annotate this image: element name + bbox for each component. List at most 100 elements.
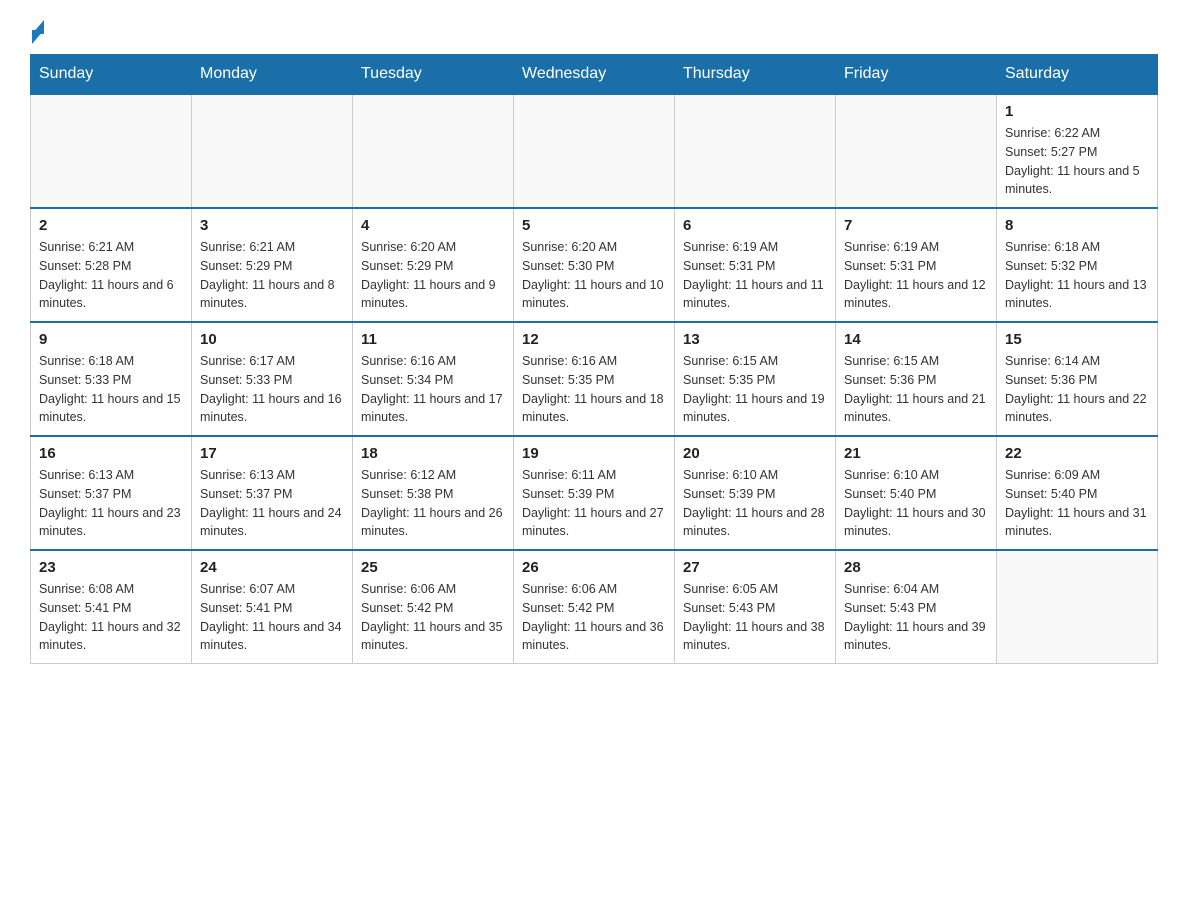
calendar-cell: 6 Sunrise: 6:19 AMSunset: 5:31 PMDaylight… [675, 208, 836, 322]
day-number: 1 [1005, 103, 1149, 120]
day-info: Sunrise: 6:13 AMSunset: 5:37 PMDaylight:… [39, 466, 183, 541]
day-number: 8 [1005, 217, 1149, 234]
calendar-cell: 12 Sunrise: 6:16 AMSunset: 5:35 PMDayligh… [514, 322, 675, 436]
day-number: 7 [844, 217, 988, 234]
day-number: 19 [522, 445, 666, 462]
day-info: Sunrise: 6:21 AMSunset: 5:29 PMDaylight:… [200, 238, 344, 313]
day-info: Sunrise: 6:15 AMSunset: 5:35 PMDaylight:… [683, 352, 827, 427]
page-header [30, 20, 1158, 44]
calendar-cell: 3 Sunrise: 6:21 AMSunset: 5:29 PMDaylight… [192, 208, 353, 322]
day-info: Sunrise: 6:07 AMSunset: 5:41 PMDaylight:… [200, 580, 344, 655]
calendar-cell: 28 Sunrise: 6:04 AMSunset: 5:43 PMDayligh… [836, 550, 997, 664]
calendar-cell: 7Sunrise: 6:19 AMSunset: 5:31 PMDaylight… [836, 208, 997, 322]
day-number: 15 [1005, 331, 1149, 348]
weekday-header-tuesday: Tuesday [353, 55, 514, 95]
day-number: 3 [200, 217, 344, 234]
day-number: 6 [683, 217, 827, 234]
day-number: 18 [361, 445, 505, 462]
day-info: Sunrise: 6:17 AMSunset: 5:33 PMDaylight:… [200, 352, 344, 427]
calendar-cell: 27 Sunrise: 6:05 AMSunset: 5:43 PMDayligh… [675, 550, 836, 664]
weekday-header-sunday: Sunday [31, 55, 192, 95]
day-number: 17 [200, 445, 344, 462]
day-number: 24 [200, 559, 344, 576]
day-number: 25 [361, 559, 505, 576]
day-info: Sunrise: 6:16 AMSunset: 5:34 PMDaylight:… [361, 352, 505, 427]
calendar-cell [353, 94, 514, 208]
calendar-cell [31, 94, 192, 208]
calendar-cell: 10 Sunrise: 6:17 AMSunset: 5:33 PMDayligh… [192, 322, 353, 436]
calendar-cell [514, 94, 675, 208]
day-info: Sunrise: 6:18 AMSunset: 5:33 PMDaylight:… [39, 352, 183, 427]
day-info: Sunrise: 6:21 AMSunset: 5:28 PMDaylight:… [39, 238, 183, 313]
weekday-header-thursday: Thursday [675, 55, 836, 95]
day-info: Sunrise: 6:20 AMSunset: 5:30 PMDaylight:… [522, 238, 666, 313]
day-info: Sunrise: 6:22 AMSunset: 5:27 PMDaylight:… [1005, 124, 1149, 199]
weekday-header-friday: Friday [836, 55, 997, 95]
day-info: Sunrise: 6:11 AMSunset: 5:39 PMDaylight:… [522, 466, 666, 541]
day-number: 26 [522, 559, 666, 576]
day-number: 2 [39, 217, 183, 234]
day-info: Sunrise: 6:19 AMSunset: 5:31 PMDaylight:… [683, 238, 827, 313]
day-info: Sunrise: 6:12 AMSunset: 5:38 PMDaylight:… [361, 466, 505, 541]
day-info: Sunrise: 6:14 AMSunset: 5:36 PMDaylight:… [1005, 352, 1149, 427]
calendar-cell: 22Sunrise: 6:09 AMSunset: 5:40 PMDayligh… [997, 436, 1158, 550]
day-info: Sunrise: 6:18 AMSunset: 5:32 PMDaylight:… [1005, 238, 1149, 313]
day-number: 11 [361, 331, 505, 348]
calendar-cell: 11 Sunrise: 6:16 AMSunset: 5:34 PMDayligh… [353, 322, 514, 436]
day-number: 16 [39, 445, 183, 462]
day-number: 28 [844, 559, 988, 576]
weekday-header-saturday: Saturday [997, 55, 1158, 95]
calendar-cell: 8 Sunrise: 6:18 AMSunset: 5:32 PMDaylight… [997, 208, 1158, 322]
day-info: Sunrise: 6:15 AMSunset: 5:36 PMDaylight:… [844, 352, 988, 427]
weekday-header-row: SundayMondayTuesdayWednesdayThursdayFrid… [31, 55, 1158, 95]
calendar-cell: 13 Sunrise: 6:15 AMSunset: 5:35 PMDayligh… [675, 322, 836, 436]
day-info: Sunrise: 6:05 AMSunset: 5:43 PMDaylight:… [683, 580, 827, 655]
week-row-1: 1 Sunrise: 6:22 AMSunset: 5:27 PMDaylight… [31, 94, 1158, 208]
weekday-header-wednesday: Wednesday [514, 55, 675, 95]
week-row-3: 9 Sunrise: 6:18 AMSunset: 5:33 PMDaylight… [31, 322, 1158, 436]
weekday-header-monday: Monday [192, 55, 353, 95]
calendar-cell [997, 550, 1158, 664]
calendar-cell: 26Sunrise: 6:06 AMSunset: 5:42 PMDayligh… [514, 550, 675, 664]
week-row-2: 2 Sunrise: 6:21 AMSunset: 5:28 PMDaylight… [31, 208, 1158, 322]
week-row-5: 23Sunrise: 6:08 AMSunset: 5:41 PMDayligh… [31, 550, 1158, 664]
calendar-cell [675, 94, 836, 208]
calendar-cell: 4 Sunrise: 6:20 AMSunset: 5:29 PMDaylight… [353, 208, 514, 322]
logo [30, 20, 44, 44]
day-number: 10 [200, 331, 344, 348]
calendar-cell: 25 Sunrise: 6:06 AMSunset: 5:42 PMDayligh… [353, 550, 514, 664]
day-info: Sunrise: 6:16 AMSunset: 5:35 PMDaylight:… [522, 352, 666, 427]
day-number: 21 [844, 445, 988, 462]
week-row-4: 16 Sunrise: 6:13 AMSunset: 5:37 PMDayligh… [31, 436, 1158, 550]
day-number: 13 [683, 331, 827, 348]
day-number: 14 [844, 331, 988, 348]
calendar-cell: 5 Sunrise: 6:20 AMSunset: 5:30 PMDaylight… [514, 208, 675, 322]
day-info: Sunrise: 6:04 AMSunset: 5:43 PMDaylight:… [844, 580, 988, 655]
calendar-cell: 16 Sunrise: 6:13 AMSunset: 5:37 PMDayligh… [31, 436, 192, 550]
calendar-cell: 15 Sunrise: 6:14 AMSunset: 5:36 PMDayligh… [997, 322, 1158, 436]
day-number: 20 [683, 445, 827, 462]
calendar-cell: 20 Sunrise: 6:10 AMSunset: 5:39 PMDayligh… [675, 436, 836, 550]
day-number: 5 [522, 217, 666, 234]
calendar-cell: 2 Sunrise: 6:21 AMSunset: 5:28 PMDaylight… [31, 208, 192, 322]
calendar-cell [836, 94, 997, 208]
day-info: Sunrise: 6:20 AMSunset: 5:29 PMDaylight:… [361, 238, 505, 313]
day-info: Sunrise: 6:06 AMSunset: 5:42 PMDaylight:… [361, 580, 505, 655]
day-number: 27 [683, 559, 827, 576]
calendar-table: SundayMondayTuesdayWednesdayThursdayFrid… [30, 54, 1158, 664]
calendar-cell: 23Sunrise: 6:08 AMSunset: 5:41 PMDayligh… [31, 550, 192, 664]
calendar-cell: 18 Sunrise: 6:12 AMSunset: 5:38 PMDayligh… [353, 436, 514, 550]
day-number: 9 [39, 331, 183, 348]
calendar-cell: 1 Sunrise: 6:22 AMSunset: 5:27 PMDaylight… [997, 94, 1158, 208]
calendar-cell: 19 Sunrise: 6:11 AMSunset: 5:39 PMDayligh… [514, 436, 675, 550]
day-number: 12 [522, 331, 666, 348]
day-number: 22 [1005, 445, 1149, 462]
day-number: 4 [361, 217, 505, 234]
day-info: Sunrise: 6:13 AMSunset: 5:37 PMDaylight:… [200, 466, 344, 541]
calendar-cell [192, 94, 353, 208]
day-info: Sunrise: 6:08 AMSunset: 5:41 PMDaylight:… [39, 580, 183, 655]
day-info: Sunrise: 6:10 AMSunset: 5:39 PMDaylight:… [683, 466, 827, 541]
calendar-cell: 14 Sunrise: 6:15 AMSunset: 5:36 PMDayligh… [836, 322, 997, 436]
calendar-cell: 21Sunrise: 6:10 AMSunset: 5:40 PMDayligh… [836, 436, 997, 550]
calendar-cell: 17 Sunrise: 6:13 AMSunset: 5:37 PMDayligh… [192, 436, 353, 550]
